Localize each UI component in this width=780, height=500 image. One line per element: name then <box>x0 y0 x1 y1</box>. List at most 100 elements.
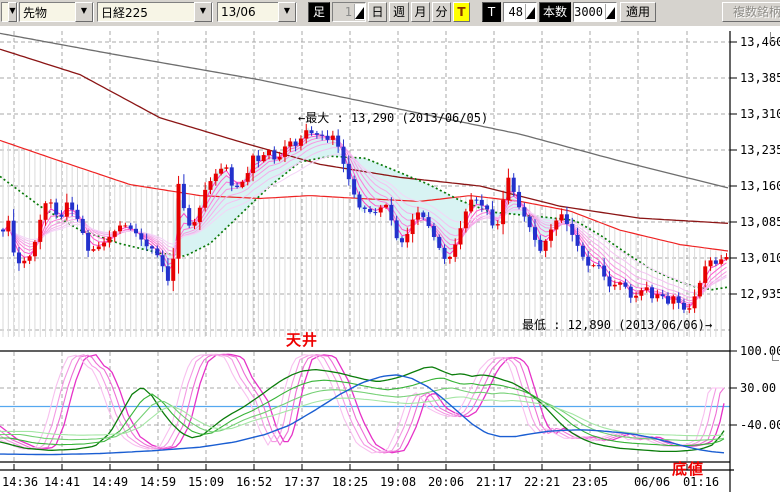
tick-count-stepper[interactable]: 48 <box>503 2 537 22</box>
price-tick-label: 13,160 <box>740 179 780 193</box>
candle-body <box>613 285 617 287</box>
candle-body <box>512 178 516 192</box>
time-tick-label: 06/06 <box>634 475 670 489</box>
candle-body <box>586 257 590 266</box>
candle-body <box>554 221 558 230</box>
candle-body <box>565 214 569 224</box>
candle-body <box>480 200 484 206</box>
candle-body <box>33 242 37 256</box>
candle-body <box>645 287 649 290</box>
candle-body <box>341 147 345 164</box>
candle-body <box>469 200 473 212</box>
time-tick-label: 14:41 <box>44 475 80 489</box>
candle-body <box>421 212 425 217</box>
time-tick-label: 20:06 <box>428 475 464 489</box>
candle-body <box>208 181 212 190</box>
symbol-combo-value: 日経225 <box>98 4 194 21</box>
history-combo[interactable]: ▼ <box>1 2 18 22</box>
spin-edit-icon[interactable] <box>605 4 616 20</box>
toolbar: ▼ 先物 ▼ 日経225 ▼ 13/06 ▼ 足 1 日 週 月 分 T T 4… <box>0 0 780 26</box>
price-tick-label: 13,385 <box>740 71 780 85</box>
candle-body <box>150 246 154 248</box>
chevron-down-icon[interactable]: ▼ <box>194 2 212 22</box>
candle-body <box>677 296 681 302</box>
candle-body <box>581 246 585 257</box>
oscillator-tick-label: -40.00 <box>740 418 780 432</box>
contract-month-combo[interactable]: 13/06 ▼ <box>217 2 297 22</box>
period-daily-button[interactable]: 日 <box>368 2 387 22</box>
candle-body <box>411 220 415 234</box>
price-tick-label: 13,010 <box>740 251 780 265</box>
contract-month-combo-value: 13/06 <box>218 5 278 19</box>
candle-body <box>107 237 111 243</box>
candle-body <box>576 235 580 246</box>
tick-label-button[interactable]: T <box>482 2 501 22</box>
time-tick-label: 16:52 <box>236 475 272 489</box>
period-minute-button[interactable]: 分 <box>432 2 451 22</box>
chevron-down-icon[interactable]: ▼ <box>278 2 296 22</box>
candle-body <box>38 220 42 242</box>
time-tick-label: 23:05 <box>572 475 608 489</box>
period-tick-button[interactable]: T <box>453 2 470 22</box>
candle-body <box>214 174 218 181</box>
apply-button[interactable]: 適用 <box>620 2 656 22</box>
candle-body <box>719 259 723 263</box>
ashi-interval-stepper[interactable]: 1 <box>332 2 366 22</box>
time-tick-label: 14:36 <box>2 475 38 489</box>
spin-edit-icon[interactable] <box>525 4 536 20</box>
candle-body <box>682 303 686 310</box>
candle-body <box>533 227 537 240</box>
instrument-combo[interactable]: 先物 ▼ <box>19 2 94 22</box>
ashi-label-button[interactable]: 足 <box>308 2 330 22</box>
candle-body <box>474 200 478 201</box>
candle-body <box>416 212 420 219</box>
candle-body <box>6 221 10 232</box>
candle-body <box>544 241 548 251</box>
candle-body <box>161 255 165 266</box>
candle-body <box>517 192 521 207</box>
time-tick-label: 18:25 <box>332 475 368 489</box>
spin-edit-icon[interactable] <box>354 4 365 20</box>
time-tick-label: 14:49 <box>92 475 128 489</box>
candle-body <box>400 238 404 242</box>
period-monthly-button[interactable]: 月 <box>411 2 430 22</box>
candle-body <box>687 308 691 309</box>
candle-body <box>549 229 553 240</box>
candle-body <box>294 141 298 145</box>
candle-body <box>256 156 260 162</box>
candle-body <box>357 195 361 208</box>
chevron-down-icon[interactable]: ▼ <box>8 2 17 22</box>
candle-body <box>331 136 335 140</box>
candle-body <box>75 210 79 219</box>
candle-body <box>427 217 431 226</box>
chart-canvas[interactable]: 13,46013,38513,31013,23513,16013,08513,0… <box>0 26 780 500</box>
candle-body <box>310 130 314 133</box>
candle-body <box>320 135 324 136</box>
candle-body <box>97 246 101 249</box>
candle-body <box>432 226 436 237</box>
time-tick-label: 01:16 <box>683 475 719 489</box>
candle-body <box>288 141 292 146</box>
chevron-down-icon[interactable]: ▼ <box>75 2 93 22</box>
candle-body <box>267 150 271 155</box>
candle-body <box>666 296 670 304</box>
candle-body <box>661 294 665 296</box>
candle-body <box>187 208 191 226</box>
candle-body <box>299 139 303 146</box>
candle-body <box>714 260 718 263</box>
candle-body <box>389 205 393 221</box>
candle-body <box>570 224 574 235</box>
candle-body <box>623 282 627 286</box>
candle-body <box>182 184 186 208</box>
symbol-combo[interactable]: 日経225 ▼ <box>97 2 213 22</box>
multi-symbol-button: 複数銘柄 <box>722 2 780 22</box>
candle-body <box>49 203 53 204</box>
candle-body <box>60 215 64 217</box>
candle-body <box>91 249 95 251</box>
candle-body <box>560 214 564 220</box>
instrument-combo-value: 先物 <box>20 4 75 21</box>
candle-body <box>592 265 596 266</box>
period-weekly-button[interactable]: 週 <box>389 2 409 22</box>
bars-count-stepper[interactable]: 3000 <box>573 2 617 22</box>
candle-body <box>464 211 468 228</box>
